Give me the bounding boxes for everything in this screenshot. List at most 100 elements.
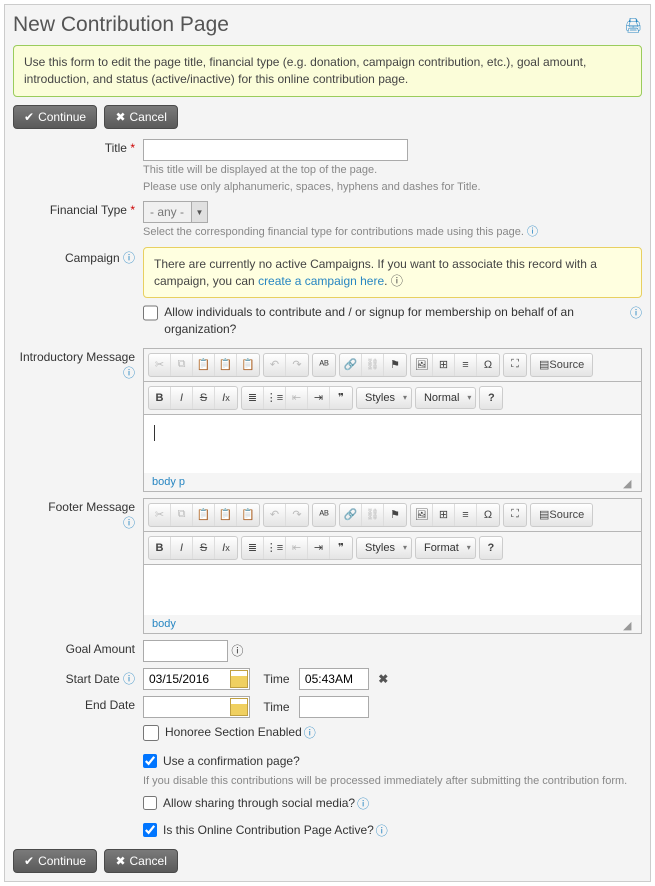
sharing-checkbox[interactable] [143, 796, 157, 810]
source-button[interactable]: ▤ Source [531, 354, 592, 376]
image-icon[interactable]: 🖼 [411, 504, 433, 526]
strike-icon[interactable]: S [193, 387, 215, 409]
help-icon[interactable]: ⓘ [123, 516, 135, 530]
italic-icon[interactable]: I [171, 537, 193, 559]
active-checkbox[interactable] [143, 823, 157, 837]
blockquote-icon[interactable]: ❞ [330, 537, 352, 559]
spellcheck-icon[interactable]: ᴬᴮ [313, 504, 335, 526]
help-icon[interactable]: ⓘ [231, 644, 243, 658]
honoree-checkbox[interactable] [143, 725, 159, 741]
unlink-icon[interactable]: ⛓ [362, 504, 384, 526]
cancel-button-bottom[interactable]: ✖Cancel [104, 849, 177, 873]
create-campaign-link[interactable]: create a campaign here [258, 274, 384, 288]
help-icon[interactable]: ⓘ [304, 724, 316, 741]
maximize-icon[interactable]: ⛶ [504, 354, 526, 376]
paste-word-icon[interactable]: 📋 [237, 354, 259, 376]
confirmation-checkbox[interactable] [143, 754, 157, 768]
help-icon[interactable]: ⓘ [123, 672, 135, 686]
help-icon[interactable]: ⓘ [123, 366, 135, 380]
continue-button-top[interactable]: ✔Continue [13, 105, 97, 129]
help-icon[interactable]: ⓘ [630, 304, 642, 321]
indent-icon[interactable]: ⇥ [308, 387, 330, 409]
close-icon: ✖ [115, 110, 125, 124]
remove-format-icon[interactable]: Ix [215, 537, 237, 559]
cut-icon[interactable]: ✂ [149, 354, 171, 376]
maximize-icon[interactable]: ⛶ [504, 504, 526, 526]
about-icon[interactable]: ? [480, 537, 502, 559]
paste-icon[interactable]: 📋 [193, 504, 215, 526]
bullet-list-icon[interactable]: ⋮≡ [264, 537, 286, 559]
outdent-icon[interactable]: ⇤ [286, 537, 308, 559]
goal-amount-input[interactable] [143, 640, 228, 662]
footer-editor-body[interactable] [144, 565, 641, 615]
table-icon[interactable]: ⊞ [433, 354, 455, 376]
clear-date-icon[interactable]: ✖ [378, 672, 388, 686]
anchor-icon[interactable]: ⚑ [384, 354, 406, 376]
image-icon[interactable]: 🖼 [411, 354, 433, 376]
calendar-icon[interactable] [230, 670, 248, 688]
format-select[interactable]: Format [415, 537, 476, 559]
cancel-button-top[interactable]: ✖Cancel [104, 105, 177, 129]
italic-icon[interactable]: I [171, 387, 193, 409]
hr-icon[interactable]: ≡ [455, 504, 477, 526]
help-icon[interactable]: ⓘ [123, 251, 135, 265]
help-icon[interactable]: ⓘ [391, 274, 403, 288]
start-time-input[interactable] [299, 668, 369, 690]
on-behalf-checkbox[interactable] [143, 305, 158, 321]
end-date-input[interactable] [144, 697, 229, 717]
paste-word-icon[interactable]: 📋 [237, 504, 259, 526]
bold-icon[interactable]: B [149, 537, 171, 559]
strike-icon[interactable]: S [193, 537, 215, 559]
anchor-icon[interactable]: ⚑ [384, 504, 406, 526]
hr-icon[interactable]: ≡ [455, 354, 477, 376]
link-icon[interactable]: 🔗 [340, 504, 362, 526]
editor-toolbar-1: ✂⧉📋📋📋 ↶↷ ᴬᴮ 🔗⛓⚑ 🖼⊞≡Ω ⛶ ▤ Source [144, 499, 641, 532]
styles-select[interactable]: Styles [356, 537, 412, 559]
styles-select[interactable]: Styles [356, 387, 412, 409]
resize-handle[interactable]: ◢ [623, 619, 633, 629]
indent-icon[interactable]: ⇥ [308, 537, 330, 559]
special-char-icon[interactable]: Ω [477, 504, 499, 526]
intro-editor: ✂⧉📋📋📋 ↶↷ ᴬᴮ 🔗⛓⚑ 🖼⊞≡Ω ⛶ ▤ Source BISIx ≣⋮… [143, 348, 642, 492]
format-select[interactable]: Normal [415, 387, 476, 409]
redo-icon[interactable]: ↷ [286, 504, 308, 526]
source-button[interactable]: ▤ Source [531, 504, 592, 526]
start-date-label: Start Date [66, 672, 120, 686]
bullet-list-icon[interactable]: ⋮≡ [264, 387, 286, 409]
title-input[interactable] [143, 139, 408, 161]
undo-icon[interactable]: ↶ [264, 504, 286, 526]
numbered-list-icon[interactable]: ≣ [242, 387, 264, 409]
calendar-icon[interactable] [230, 698, 248, 716]
paste-text-icon[interactable]: 📋 [215, 354, 237, 376]
outdent-icon[interactable]: ⇤ [286, 387, 308, 409]
special-char-icon[interactable]: Ω [477, 354, 499, 376]
remove-format-icon[interactable]: Ix [215, 387, 237, 409]
unlink-icon[interactable]: ⛓ [362, 354, 384, 376]
intro-editor-body[interactable] [144, 415, 641, 473]
financial-type-select[interactable]: - any - ▼ [143, 201, 208, 223]
intro-editor-path[interactable]: body p [152, 476, 185, 488]
link-icon[interactable]: 🔗 [340, 354, 362, 376]
help-icon[interactable]: ⓘ [527, 226, 538, 238]
help-icon[interactable]: ⓘ [376, 822, 388, 839]
spellcheck-icon[interactable]: ᴬᴮ [313, 354, 335, 376]
table-icon[interactable]: ⊞ [433, 504, 455, 526]
start-date-input[interactable] [144, 669, 229, 689]
resize-handle[interactable]: ◢ [623, 477, 633, 487]
about-icon[interactable]: ? [480, 387, 502, 409]
redo-icon[interactable]: ↷ [286, 354, 308, 376]
print-icon[interactable]: 🖨 [624, 17, 642, 34]
paste-text-icon[interactable]: 📋 [215, 504, 237, 526]
help-icon[interactable]: ⓘ [357, 795, 369, 812]
copy-icon[interactable]: ⧉ [171, 354, 193, 376]
undo-icon[interactable]: ↶ [264, 354, 286, 376]
end-time-input[interactable] [299, 696, 369, 718]
bold-icon[interactable]: B [149, 387, 171, 409]
copy-icon[interactable]: ⧉ [171, 504, 193, 526]
blockquote-icon[interactable]: ❞ [330, 387, 352, 409]
paste-icon[interactable]: 📋 [193, 354, 215, 376]
footer-editor-path[interactable]: body [152, 618, 176, 630]
numbered-list-icon[interactable]: ≣ [242, 537, 264, 559]
continue-button-bottom[interactable]: ✔Continue [13, 849, 97, 873]
cut-icon[interactable]: ✂ [149, 504, 171, 526]
